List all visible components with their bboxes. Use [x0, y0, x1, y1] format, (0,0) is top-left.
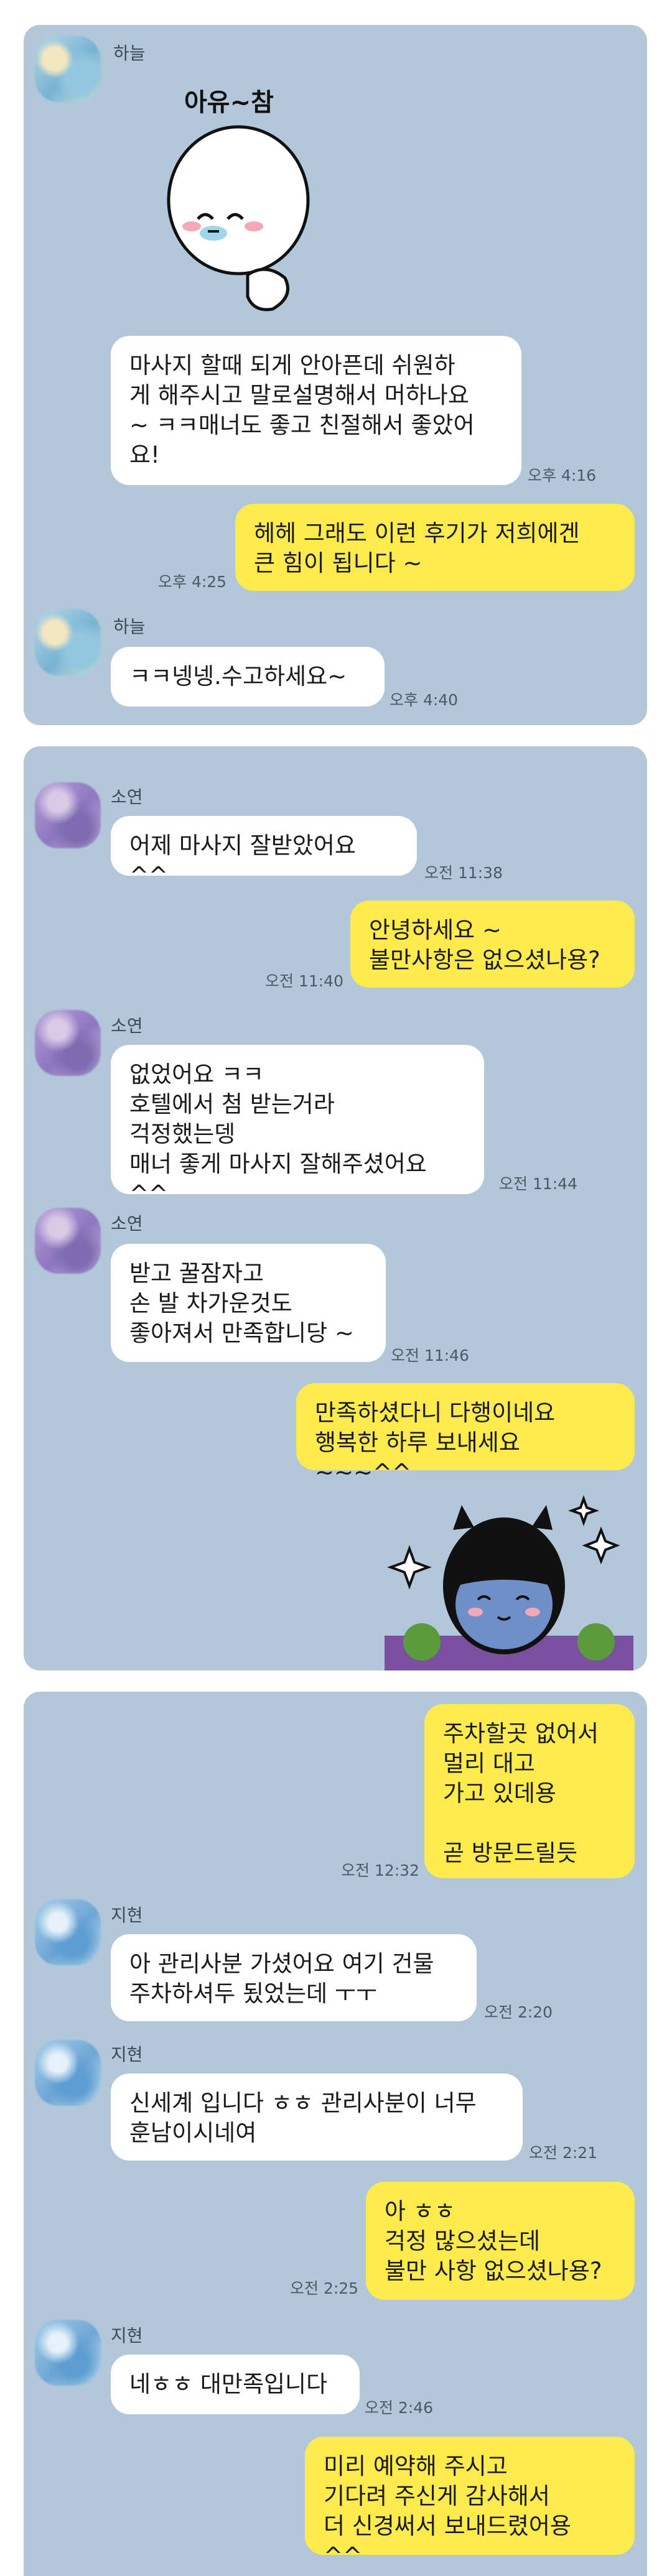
sender-name: 소연 — [111, 787, 143, 807]
message-time: 오전 2:21 — [529, 2144, 598, 2162]
message-time: 오전 11:38 — [424, 864, 503, 882]
avatar[interactable] — [35, 2040, 101, 2106]
sticker-caption: 아유~참 — [184, 88, 274, 117]
smiley-character-icon — [167, 125, 310, 312]
message-bubble[interactable]: 신세계 입니다 ㅎㅎ 관리사분이 너무 훈남이시네여 — [111, 2073, 523, 2161]
message-time: 오후 4:16 — [528, 466, 597, 484]
chat-panel-3: 주차할곳 없어서 멀리 대고 가고 있데용 곧 방문드릴듯 오전 12:32 지… — [24, 1692, 647, 2576]
avatar[interactable] — [35, 1899, 101, 1965]
avatar[interactable] — [35, 2320, 101, 2386]
message-bubble[interactable]: 없었어요 ㅋㅋ 호텔에서 첨 받는거라 걱정했는뎅 매너 좋게 마사지 잘해주셨… — [111, 1045, 484, 1207]
message-bubble[interactable]: 만족하셨다니 다행이네요 행복한 하루 보내세요 ~~~^^ — [296, 1383, 635, 1486]
avatar[interactable] — [35, 782, 101, 848]
message-time: 오전 2:20 — [484, 2003, 553, 2021]
message-bubble[interactable]: 받고 꿀잠자고 손 발 차가운것도 좋아져서 만족합니당 ~ — [111, 1244, 386, 1362]
avatar[interactable] — [35, 36, 101, 102]
message-time: 오후 4:25 — [158, 573, 227, 591]
chat-panel-2: 소연 어제 마사지 잘받았어요 ^^ 오전 11:38 안녕하세요 ~ 불만사항… — [24, 746, 647, 1670]
message-bubble[interactable]: 헤헤 그래도 이런 후기가 저희에겐 큰 힘이 됩니다 ~ — [235, 504, 635, 591]
sender-name: 지현 — [111, 2044, 143, 2065]
avatar[interactable] — [35, 609, 101, 675]
sender-name: 하늘 — [113, 616, 146, 637]
sender-name: 소연 — [111, 1016, 143, 1036]
message-time: 오전 11:44 — [499, 1175, 577, 1193]
emoticon-sticker: 아유~참 — [154, 82, 322, 337]
message-bubble[interactable]: 어제 마사지 잘받았어요 ^^ — [111, 816, 417, 889]
message-time: 오후 4:40 — [390, 691, 459, 709]
sender-name: 지현 — [111, 2325, 143, 2346]
sender-name: 지현 — [111, 1905, 143, 1925]
message-time: 오전 2:46 — [365, 2399, 434, 2417]
message-bubble[interactable]: 아 관리사분 가셨어요 여기 건물 주차하셔두 됬었는데 ㅜㅜ — [111, 1934, 477, 2021]
happy-character-icon — [385, 1495, 633, 1670]
message-time: 오전 11:40 — [265, 972, 343, 990]
message-bubble[interactable]: 안녕하세요 ~ 불만사항은 없으셨나용? — [350, 901, 635, 988]
message-time: 오전 12:32 — [341, 1861, 419, 1879]
message-time: 오전 2:25 — [290, 2279, 359, 2297]
chat-panel-1: 하늘 아유~참 마사지 할때 되게 안아픈데 쉬원하 게 해주시고 말로설명해서… — [24, 25, 647, 725]
message-bubble[interactable]: 마사지 할때 되게 안아픈데 쉬원하 게 해주시고 말로설명해서 머하나요 ~ … — [111, 336, 521, 485]
sender-name: 하늘 — [113, 43, 146, 63]
message-bubble[interactable]: 아 ㅎㅎ 걱정 많으셨는데 불만 사항 없으셨나용? — [366, 2182, 635, 2300]
avatar[interactable] — [35, 1010, 101, 1076]
message-bubble[interactable]: 네ㅎㅎ 대만족입니다 — [111, 2355, 360, 2414]
message-bubble[interactable]: ㅋㅋ넹넹.수고하세요~ — [111, 647, 385, 707]
message-bubble[interactable]: 미리 예약해 주시고 기다려 주신게 감사해서 더 신경써서 보내드렸어용 ^^ — [305, 2437, 635, 2569]
message-time: 오전 11:46 — [391, 1346, 469, 1364]
character-sticker — [385, 1493, 633, 1670]
sender-name: 소연 — [111, 1213, 143, 1234]
avatar[interactable] — [35, 1208, 101, 1274]
message-bubble[interactable]: 주차할곳 없어서 멀리 대고 가고 있데용 곧 방문드릴듯 — [424, 1704, 635, 1878]
